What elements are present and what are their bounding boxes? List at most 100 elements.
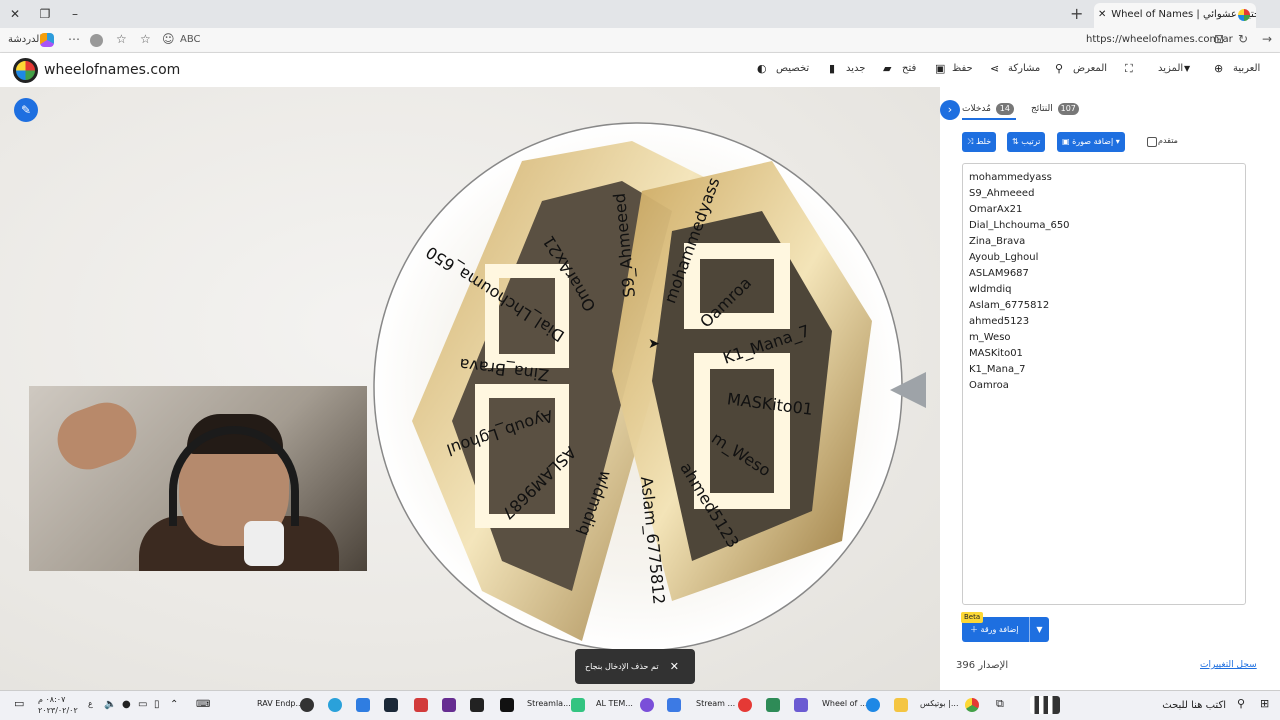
share-menu[interactable]: مشاركة bbox=[1008, 63, 1040, 74]
streamlabs-icon[interactable] bbox=[571, 698, 585, 712]
site-info-icon[interactable]: ⊡ bbox=[1214, 32, 1224, 46]
chevron-down-icon: ▼ bbox=[1184, 64, 1191, 73]
more-options-icon[interactable]: ⋯ bbox=[68, 32, 80, 46]
notifications-icon[interactable]: ▭ bbox=[14, 697, 24, 710]
edge-icon[interactable] bbox=[866, 698, 880, 712]
sort-icon: ⇅ bbox=[1012, 137, 1019, 146]
wheel-logo-icon[interactable] bbox=[13, 58, 38, 83]
shuffle-button[interactable]: ⤨ خلط bbox=[962, 132, 997, 152]
add-sheet-label: إضافة ورقة bbox=[980, 625, 1019, 634]
app-store-icon[interactable] bbox=[356, 698, 370, 712]
search-placeholder: اكتب هنا للبحث bbox=[1162, 700, 1226, 711]
chevron-down-icon[interactable]: ▼ bbox=[1029, 617, 1049, 642]
add-image-button[interactable]: ▣ إضافة صورة ▾ bbox=[1057, 132, 1125, 152]
close-tab-icon[interactable]: ✕ bbox=[1098, 3, 1108, 27]
entry-line: Zina_Brava bbox=[969, 236, 1026, 247]
file-explorer-icon[interactable] bbox=[894, 698, 908, 712]
open-menu[interactable]: فتح bbox=[902, 63, 916, 74]
fullscreen-icon[interactable]: ⛶ bbox=[1125, 62, 1133, 76]
entry-line: Ayoub_Lghoul bbox=[969, 252, 1039, 263]
copilot-icon[interactable] bbox=[40, 33, 54, 47]
close-window-icon[interactable]: ✕ bbox=[4, 4, 26, 24]
capcut-icon[interactable] bbox=[470, 698, 484, 712]
opera-icon[interactable] bbox=[738, 698, 752, 712]
windows-start-icon[interactable]: ⊞ bbox=[1260, 697, 1269, 710]
site-title[interactable]: wheelofnames.com bbox=[44, 62, 180, 78]
taskbar-item-streamlabs[interactable]: Streamla... bbox=[527, 699, 571, 708]
collections-icon[interactable]: ☆ bbox=[116, 32, 127, 46]
chrome-icon[interactable] bbox=[965, 698, 979, 712]
url-field[interactable]: https://wheelofnames.com/ar bbox=[1086, 34, 1233, 45]
profile-avatar-icon[interactable] bbox=[90, 34, 103, 47]
toast-close-button[interactable]: ✕ bbox=[670, 649, 679, 684]
beta-badge: Beta bbox=[961, 612, 984, 623]
advanced-checkbox[interactable] bbox=[1147, 137, 1157, 147]
search-icon[interactable]: ⚲ bbox=[1237, 697, 1245, 710]
streamer-hand bbox=[49, 394, 145, 478]
extensions-icon[interactable]: ☺ bbox=[162, 32, 175, 46]
entry-line: OmarAx21 bbox=[969, 204, 1023, 215]
restore-window-icon[interactable]: ❐ bbox=[34, 4, 56, 24]
taskbar-item-al-tem[interactable]: AL TEM... bbox=[596, 699, 633, 708]
taskbar-item-botiks[interactable]: بوتيكس |... bbox=[920, 699, 959, 708]
entries-textarea[interactable]: mohammedyass S9_Ahmeeed OmarAx21 Dial_Lhcho… bbox=[962, 163, 1246, 605]
network-icon[interactable]: ▭ bbox=[138, 699, 147, 710]
word-icon[interactable] bbox=[667, 698, 681, 712]
tiktok-icon[interactable] bbox=[500, 698, 514, 712]
zebra-widget-icon[interactable] bbox=[1030, 696, 1060, 714]
steam-icon[interactable] bbox=[384, 698, 398, 712]
advanced-label: متقدم bbox=[1158, 136, 1178, 145]
gallery-menu[interactable]: المعرض bbox=[1073, 63, 1107, 74]
forward-icon[interactable]: → bbox=[1262, 32, 1272, 46]
app-icon[interactable] bbox=[766, 698, 780, 712]
entries-count-badge: 14 bbox=[995, 103, 1014, 115]
app-icon[interactable] bbox=[794, 698, 808, 712]
keyboard-icon[interactable]: ⌨ bbox=[196, 699, 210, 710]
chat-label[interactable]: الدردشة bbox=[8, 34, 42, 45]
webcam-overlay bbox=[29, 386, 367, 571]
name-wheel[interactable]: mohammedyassOamroaK1_Mana_7MASKito01m_We… bbox=[372, 121, 904, 653]
tab-entries[interactable]: مُدخلات 14 bbox=[962, 103, 1016, 120]
entry-line: m_Weso bbox=[969, 332, 1011, 343]
sort-button[interactable]: ⇅ ترتيب bbox=[1007, 132, 1046, 152]
mic-icon[interactable]: ● bbox=[122, 699, 131, 710]
collapse-panel-icon[interactable]: › bbox=[940, 100, 960, 120]
minimize-window-icon[interactable]: – bbox=[64, 4, 86, 24]
entry-line: Oamroa bbox=[969, 380, 1009, 391]
browser-icon[interactable] bbox=[640, 698, 654, 712]
task-view-icon[interactable]: ⧉ bbox=[996, 697, 1004, 711]
add-image-label: إضافة صورة bbox=[1072, 137, 1114, 146]
refresh-icon[interactable]: ↻ bbox=[1238, 32, 1248, 46]
obs-icon[interactable] bbox=[300, 698, 314, 712]
taskbar-clock[interactable]: ٠٨:٠٧ م ٢٠٢٣/٠٢/٠٢ bbox=[38, 694, 78, 716]
entry-line: K1_Mana_7 bbox=[969, 364, 1026, 375]
entry-line: S9_Ahmeeed bbox=[969, 188, 1035, 199]
taskbar-item-rav[interactable]: RAV Endp... bbox=[257, 699, 303, 708]
address-bar: الدردشة ⋯ ☆ ☆ ☺ ABC https://wheelofnames… bbox=[0, 28, 1280, 53]
taskbar-item-wheel[interactable]: Wheel of ... bbox=[822, 699, 867, 708]
changelog-link[interactable]: سجل التغييرات bbox=[1200, 660, 1257, 670]
save-menu[interactable]: حفظ bbox=[952, 63, 973, 74]
show-hidden-icons[interactable]: ⌃ bbox=[170, 699, 178, 710]
capture-icon[interactable] bbox=[442, 698, 456, 712]
taskbar-item-stream[interactable]: Stream ... bbox=[696, 699, 735, 708]
favorite-star-icon[interactable]: ☆ bbox=[140, 32, 151, 46]
language-indicator[interactable]: ع bbox=[88, 699, 93, 708]
language-menu[interactable]: العربية bbox=[1233, 63, 1260, 74]
edit-pencil-icon[interactable]: ✎ bbox=[14, 98, 38, 122]
read-aloud-icon[interactable]: ABC bbox=[180, 34, 201, 45]
volume-icon[interactable]: 🔈 bbox=[104, 699, 116, 710]
battery-icon[interactable]: ▯ bbox=[154, 699, 160, 710]
taskbar-search-input[interactable]: اكتب هنا للبحث bbox=[1080, 695, 1230, 717]
customize-menu[interactable]: تخصيص bbox=[776, 63, 809, 74]
entry-line: Dial_Lhchouma_650 bbox=[969, 220, 1070, 231]
plus-icon: ＋ bbox=[970, 625, 978, 634]
new-menu[interactable]: جديد bbox=[846, 63, 865, 74]
tab-title: Wheel of Names | ‏اختيار عشوائي bbox=[1111, 9, 1256, 20]
valorant-icon[interactable] bbox=[414, 698, 428, 712]
more-menu[interactable]: المزيد bbox=[1158, 63, 1183, 74]
tab-results[interactable]: النتائج 107 bbox=[1031, 103, 1081, 115]
telegram-icon[interactable] bbox=[328, 698, 342, 712]
browser-tab[interactable]: ✕ Wheel of Names | ‏اختيار عشوائي bbox=[1094, 3, 1256, 28]
new-tab-button[interactable]: + bbox=[1070, 4, 1083, 23]
